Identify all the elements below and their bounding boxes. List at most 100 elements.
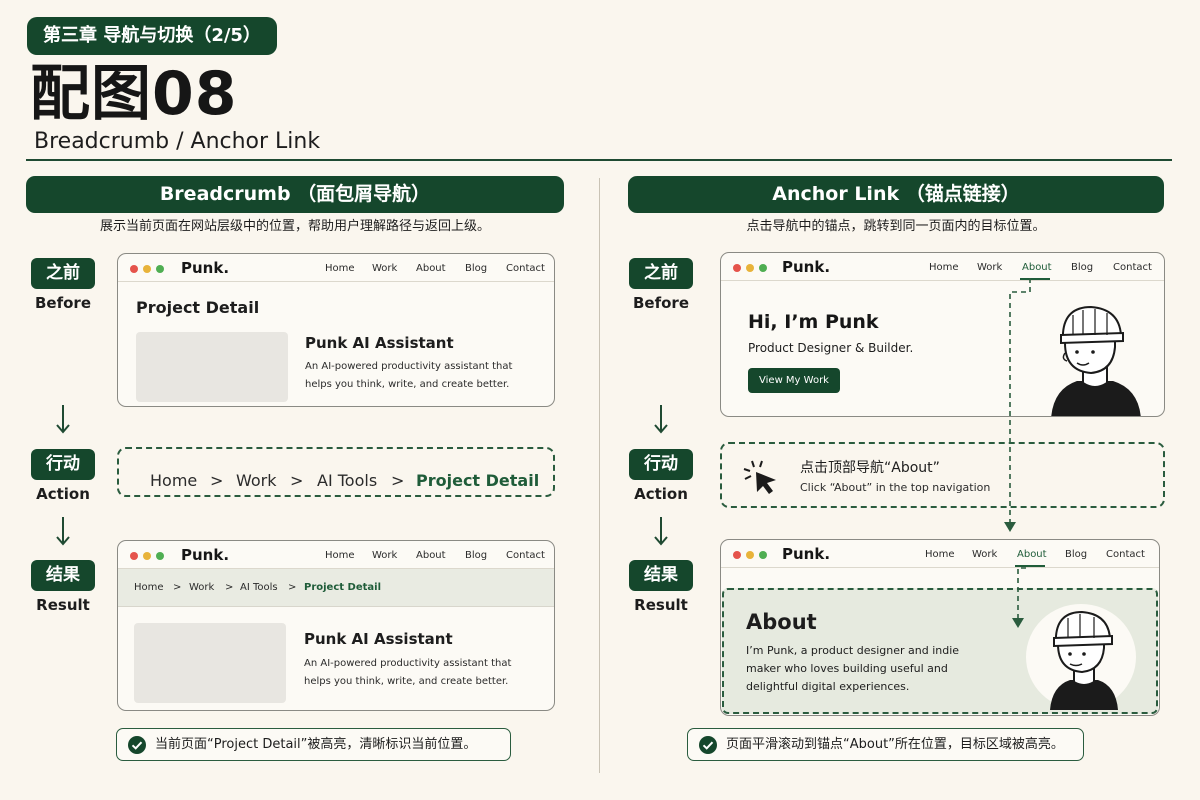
nav-link-home[interactable]: Home [325,550,355,562]
window-maximize-dot [156,265,164,273]
down-arrow-icon [56,405,70,434]
breadcrumb-result-note: 当前页面“Project Detail”被高亮，清晰标识当前位置。 [116,728,511,761]
anchor-flow-connector [1004,278,1031,628]
breadcrumb-work[interactable]: Work [189,582,214,594]
site-brand: Punk. [782,258,831,276]
window-maximize-dot [156,552,164,560]
page-subtitle: Breadcrumb / Anchor Link [34,129,321,154]
card-description: An AI-powered productivity assistant tha… [304,658,512,687]
about-body: I’m Punk, a product designer and indie m… [746,644,960,693]
breadcrumb-current: Project Detail [304,582,381,593]
chapter-badge: 第三章 导航与切换（2/5） [27,17,277,55]
step-result-left: 结果 Result [31,560,95,614]
window-minimize-dot [143,265,151,273]
nav-link-contact[interactable]: Contact [506,550,545,562]
breadcrumb-separator: > [290,471,304,490]
window-maximize-dot [759,264,767,272]
step-label: Result [634,596,688,614]
breadcrumb-separator: > [225,582,234,593]
view-my-work-button[interactable]: View My Work [748,368,840,393]
step-badge: 之前 [629,258,693,289]
step-badge: 结果 [31,560,95,591]
site-brand: Punk. [181,546,230,564]
down-arrow-icon [654,517,668,546]
window-close-dot [733,264,741,272]
result-note-text: 当前页面“Project Detail”被高亮，清晰标识当前位置。 [155,737,477,752]
project-image-placeholder [136,332,288,402]
step-badge: 行动 [629,449,693,480]
step-badge: 行动 [31,449,95,480]
nav-link-work[interactable]: Work [372,550,397,562]
nav-link-about[interactable]: About [416,550,446,562]
anchor-action-box: 点击顶部导航“About” Click “About” in the top n… [720,442,1165,508]
nav-link-contact[interactable]: Contact [506,263,545,275]
site-brand: Punk. [782,545,831,563]
step-before-right: 之前 Before [629,258,693,312]
check-circle-icon [128,736,146,754]
breadcrumb-separator: > [288,582,297,593]
nav-link-home[interactable]: Home [925,549,955,561]
action-text-cn: 点击顶部导航“About” [800,460,940,476]
breadcrumb-panel-description: 展示当前页面在网站层级中的位置，帮助用户理解路径与返回上级。 [99,219,490,234]
anchor-panel-header: Anchor Link （锚点链接） [628,176,1164,213]
breadcrumb-current: Project Detail [416,471,540,490]
nav-link-blog[interactable]: Blog [465,550,487,562]
avatar-illustration-icon [1051,305,1141,416]
breadcrumb-ai-tools[interactable]: AI Tools [317,471,377,491]
step-label: Before [34,294,91,312]
browser-before-breadcrumb: Punk. Home Work About Blog Contact Proje… [117,253,555,407]
step-label: Action [634,485,688,503]
anchor-result-note: 页面平滑滚动到锚点“About”所在位置，目标区域被高亮。 [687,728,1084,761]
nav-link-blog[interactable]: Blog [465,263,487,275]
card-title: Punk AI Assistant [305,334,454,352]
check-circle-icon [699,736,717,754]
step-label: Before [632,294,689,312]
nav-link-about[interactable]: About [416,263,446,275]
step-result-right: 结果 Result [629,560,693,614]
nav-link-blog[interactable]: Blog [1065,549,1087,561]
step-label: Result [36,596,90,614]
nav-link-blog[interactable]: Blog [1071,262,1093,274]
nav-link-work[interactable]: Work [372,263,397,275]
breadcrumb-bar: Home > Work > AI Tools > Project Detail [118,569,554,607]
site-nav: Punk. Home Work About Blog Contact [721,540,1159,568]
breadcrumb-separator: > [173,582,182,593]
breadcrumb-home[interactable]: Home [134,582,164,594]
column-divider [599,178,600,773]
hero-title: Hi, I’m Punk [748,311,879,333]
card-title: Punk AI Assistant [304,630,453,648]
site-nav: Punk. Home Work About Blog Contact [118,541,554,569]
step-action-right: 行动 Action [629,449,693,503]
step-label: Action [36,485,90,503]
breadcrumb-action-box: Home > Work > AI Tools > Project Detail [117,447,555,497]
card-description: An AI-powered productivity assistant tha… [305,361,513,390]
window-minimize-dot [746,264,754,272]
nav-link-home[interactable]: Home [325,263,355,275]
breadcrumb-home[interactable]: Home [150,471,197,491]
step-badge: 结果 [629,560,693,591]
page-title: 配图08 [30,59,238,129]
breadcrumb-separator: > [210,471,224,490]
about-title: About [746,610,817,634]
nav-link-contact[interactable]: Contact [1113,262,1152,274]
window-minimize-dot [143,552,151,560]
down-arrow-icon [56,517,70,546]
breadcrumb-ai-tools[interactable]: AI Tools [240,582,278,594]
window-minimize-dot [746,551,754,559]
click-cursor-icon [743,460,776,494]
window-close-dot [733,551,741,559]
breadcrumb-separator: > [391,471,405,490]
header-divider [26,159,1172,161]
window-close-dot [130,552,138,560]
about-section-highlight: About I’m Punk, a product designer and i… [722,588,1158,714]
breadcrumb-panel-header: Breadcrumb （面包屑导航） [26,176,564,213]
result-note-text: 页面平滑滚动到锚点“About”所在位置，目标区域被高亮。 [726,737,1064,752]
action-text-en: Click “About” in the top navigation [800,481,991,494]
page-heading: Project Detail [136,298,260,317]
nav-link-contact[interactable]: Contact [1106,549,1145,561]
breadcrumb-work[interactable]: Work [236,471,277,491]
anchor-panel-description: 点击导航中的锚点，跳转到同一页面内的目标位置。 [746,219,1046,234]
nav-link-home[interactable]: Home [929,262,959,274]
step-before-left: 之前 Before [31,258,95,312]
down-arrow-icon [654,405,668,434]
